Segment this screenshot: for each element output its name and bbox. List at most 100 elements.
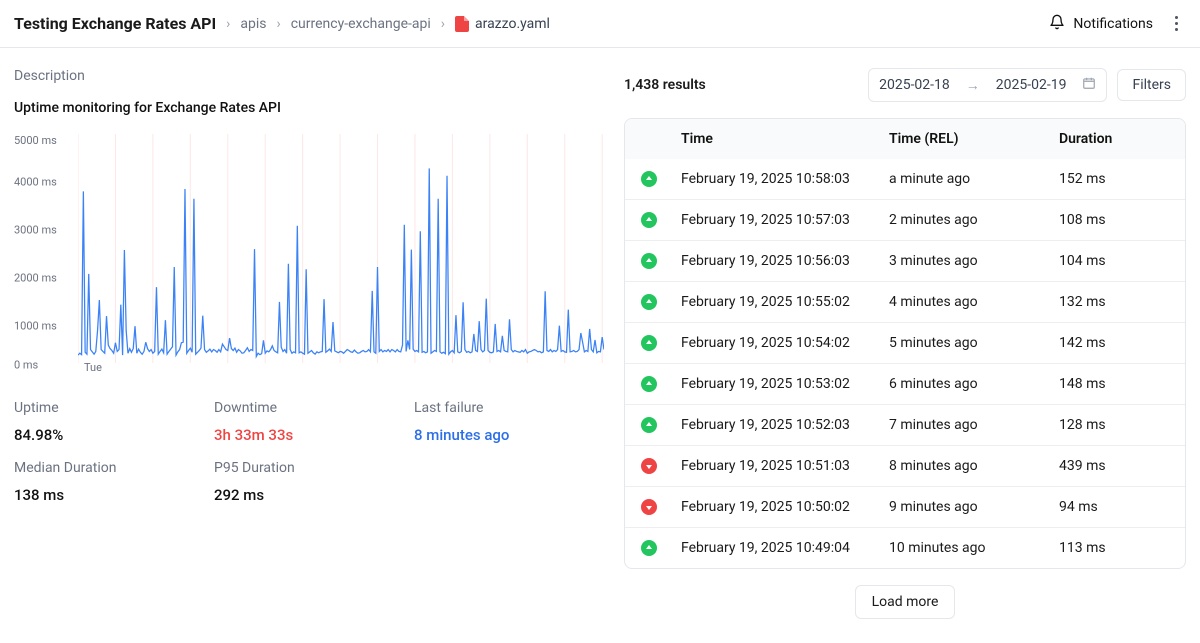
table-row[interactable]: February 19, 2025 10:56:033 minutes ago1… [625,240,1185,281]
file-icon [455,16,469,32]
xtick-tue: Tue [84,361,102,374]
ytick-5: 5000 ms [14,134,57,147]
status-up-icon [641,294,657,310]
cell-duration: 439 ms [1059,458,1169,474]
cell-duration: 152 ms [1059,171,1169,187]
status-up-icon [641,417,657,433]
cell-rel: a minute ago [889,171,1059,187]
filters-button[interactable]: Filters [1117,69,1186,101]
table-row[interactable]: February 19, 2025 10:49:0410 minutes ago… [625,527,1185,568]
description-label: Description [14,68,604,84]
results-header: 1,438 results 2025-02-18 → 2025-02-19 Fi… [624,68,1186,102]
stat-label: Last failure [414,400,604,416]
breadcrumb-apis[interactable]: apis [240,16,266,32]
table-row[interactable]: February 19, 2025 10:53:026 minutes ago1… [625,363,1185,404]
results-table: Time Time (REL) Duration February 19, 20… [624,118,1186,569]
col-rel[interactable]: Time (REL) [889,131,1059,147]
page-title: Testing Exchange Rates API [14,14,216,33]
table-header: Time Time (REL) Duration [625,119,1185,159]
cell-rel: 6 minutes ago [889,376,1059,392]
description-panel: Description Uptime monitoring for Exchan… [14,68,604,619]
cell-duration: 108 ms [1059,212,1169,228]
cell-duration: 104 ms [1059,253,1169,269]
stat-p95: P95 Duration 292 ms [214,460,404,504]
col-time[interactable]: Time [681,131,889,147]
cell-time: February 19, 2025 10:53:02 [681,376,889,392]
cell-rel: 8 minutes ago [889,458,1059,474]
table-row[interactable]: February 19, 2025 10:55:024 minutes ago1… [625,281,1185,322]
stat-label: P95 Duration [214,460,404,476]
table-row[interactable]: February 19, 2025 10:51:038 minutes ago4… [625,445,1185,486]
cell-rel: 7 minutes ago [889,417,1059,433]
stat-value: 138 ms [14,486,204,504]
date-from: 2025-02-18 [879,77,950,93]
status-down-icon [641,458,657,474]
ytick-1: 1000 ms [14,320,57,333]
table-row[interactable]: February 19, 2025 10:50:029 minutes ago9… [625,486,1185,527]
latency-chart[interactable]: 0 ms 1000 ms 2000 ms 3000 ms 4000 ms 500… [14,134,604,374]
chevron-right-icon: › [277,16,281,32]
cell-time: February 19, 2025 10:57:03 [681,212,889,228]
results-panel: 1,438 results 2025-02-18 → 2025-02-19 Fi… [624,68,1186,619]
cell-duration: 94 ms [1059,499,1169,515]
description-body: Uptime monitoring for Exchange Rates API [14,100,604,116]
stat-median: Median Duration 138 ms [14,460,204,504]
table-row[interactable]: February 19, 2025 10:57:032 minutes ago1… [625,199,1185,240]
cell-time: February 19, 2025 10:49:04 [681,540,889,556]
cell-time: February 19, 2025 10:58:03 [681,171,889,187]
calendar-icon [1082,76,1096,94]
stat-last-failure: Last failure 8 minutes ago [414,400,604,444]
stat-uptime: Uptime 84.98% [14,400,204,444]
cell-rel: 4 minutes ago [889,294,1059,310]
stat-label: Downtime [214,400,404,416]
date-range-picker[interactable]: 2025-02-18 → 2025-02-19 [868,68,1107,102]
stat-value: 292 ms [214,486,404,504]
top-bar: Testing Exchange Rates API › apis › curr… [0,0,1200,48]
cell-rel: 9 minutes ago [889,499,1059,515]
cell-rel: 2 minutes ago [889,212,1059,228]
stat-value: 3h 33m 33s [214,426,404,444]
breadcrumb-api-name[interactable]: currency-exchange-api [291,16,431,32]
bell-icon [1049,14,1065,34]
cell-time: February 19, 2025 10:56:03 [681,253,889,269]
cell-rel: 3 minutes ago [889,253,1059,269]
status-up-icon [641,540,657,556]
stat-value: 84.98% [14,426,204,444]
status-up-icon [641,376,657,392]
chart-svg [78,134,604,363]
status-down-icon [641,499,657,515]
stat-downtime: Downtime 3h 33m 33s [214,400,404,444]
stat-value[interactable]: 8 minutes ago [414,426,604,444]
notifications-button[interactable]: Notifications [1049,14,1153,34]
stat-label: Median Duration [14,460,204,476]
cell-duration: 148 ms [1059,376,1169,392]
stat-label: Uptime [14,400,204,416]
ytick-0: 0 ms [14,358,38,371]
cell-time: February 19, 2025 10:50:02 [681,499,889,515]
stats-grid: Uptime 84.98% Downtime 3h 33m 33s Last f… [14,400,604,504]
cell-duration: 128 ms [1059,417,1169,433]
cell-time: February 19, 2025 10:54:02 [681,335,889,351]
chevron-right-icon: › [441,16,445,32]
results-count: 1,438 results [624,77,706,93]
cell-time: February 19, 2025 10:52:03 [681,417,889,433]
cell-rel: 10 minutes ago [889,540,1059,556]
more-menu-button[interactable] [1171,12,1182,35]
table-row[interactable]: February 19, 2025 10:58:03a minute ago15… [625,159,1185,199]
col-duration[interactable]: Duration [1059,131,1169,147]
date-to: 2025-02-19 [996,77,1067,93]
ytick-4: 4000 ms [14,176,57,189]
table-row[interactable]: February 19, 2025 10:52:037 minutes ago1… [625,404,1185,445]
breadcrumb: Testing Exchange Rates API › apis › curr… [14,14,550,33]
load-more-button[interactable]: Load more [855,585,956,619]
status-up-icon [641,171,657,187]
file-name: arazzo.yaml [475,16,550,32]
results-controls: 2025-02-18 → 2025-02-19 Filters [868,68,1186,102]
status-up-icon [641,335,657,351]
ytick-2: 2000 ms [14,272,57,285]
notifications-label: Notifications [1073,16,1153,32]
table-row[interactable]: February 19, 2025 10:54:025 minutes ago1… [625,322,1185,363]
arrow-right-icon: → [966,77,980,94]
cell-time: February 19, 2025 10:51:03 [681,458,889,474]
breadcrumb-file[interactable]: arazzo.yaml [455,16,550,32]
